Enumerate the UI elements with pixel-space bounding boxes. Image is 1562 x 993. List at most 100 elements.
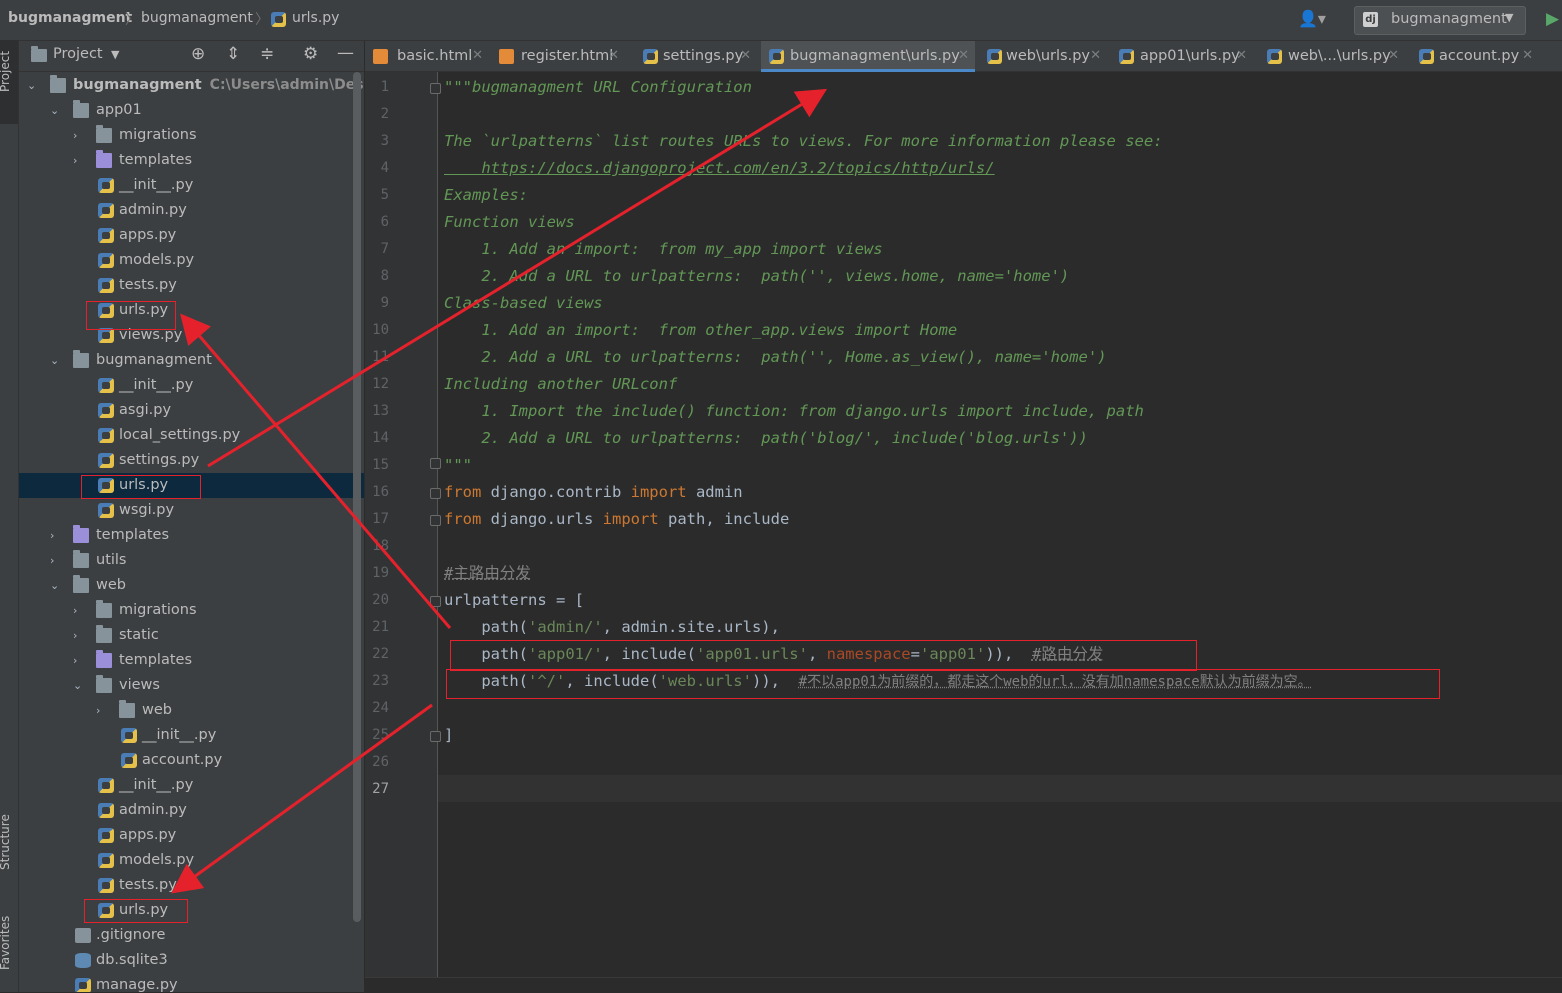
- python-file-icon: [98, 503, 114, 518]
- favorites-tool-label[interactable]: Favorites: [0, 916, 12, 970]
- tree-file[interactable]: views.py: [19, 323, 364, 348]
- line-number: 18: [372, 538, 389, 554]
- tree-file[interactable]: __init__.py: [19, 773, 364, 798]
- tree-folder-migrations[interactable]: › migrations: [19, 123, 364, 148]
- tree-folder-templates[interactable]: › templates: [19, 648, 364, 673]
- tree-folder-templates[interactable]: › templates: [19, 523, 364, 548]
- tree-item-label: utils: [96, 552, 127, 568]
- close-icon[interactable]: ✕: [958, 41, 969, 71]
- chevron-right-icon[interactable]: ›: [96, 698, 108, 723]
- code-line-8: 2. Add a URL to urlpatterns: path('', vi…: [444, 267, 1070, 285]
- tree-file-app01-urls[interactable]: urls.py: [19, 298, 364, 323]
- editor-horizontal-scrollbar[interactable]: [365, 977, 1562, 993]
- fold-marker-icon[interactable]: [430, 83, 441, 94]
- chevron-down-icon[interactable]: ⌄: [50, 573, 62, 598]
- fold-marker-icon[interactable]: [430, 731, 441, 742]
- tree-folder-bugmanagment[interactable]: ⌄ bugmanagment: [19, 348, 364, 373]
- tree-folder-web[interactable]: ⌄ web: [19, 573, 364, 598]
- locate-file-icon[interactable]: ⊕: [191, 44, 205, 64]
- tree-scrollbar[interactable]: [353, 72, 361, 922]
- tree-folder-web[interactable]: › web: [19, 698, 364, 723]
- user-icon[interactable]: 👤▾: [1298, 9, 1326, 28]
- close-icon[interactable]: ✕: [1522, 41, 1533, 71]
- structure-tool-label[interactable]: Structure: [0, 814, 12, 870]
- chevron-down-icon[interactable]: ⌄: [50, 348, 62, 373]
- close-icon[interactable]: ✕: [1090, 41, 1101, 71]
- tree-file-web-urls[interactable]: urls.py: [19, 898, 364, 923]
- fold-marker-icon[interactable]: [430, 596, 441, 607]
- breadcrumb-folder[interactable]: bugmanagment: [141, 10, 253, 26]
- line-number: 26: [372, 754, 389, 770]
- tree-file[interactable]: __init__.py: [19, 173, 364, 198]
- tree-file[interactable]: __init__.py: [19, 723, 364, 748]
- tree-file[interactable]: tests.py: [19, 273, 364, 298]
- run-config-dropdown[interactable]: dj bugmanagment ▼: [1354, 6, 1526, 35]
- tab-basic-html[interactable]: basic.html ✕: [365, 41, 489, 71]
- tree-folder-templates[interactable]: › templates: [19, 148, 364, 173]
- tree-file[interactable]: admin.py: [19, 198, 364, 223]
- tree-file[interactable]: db.sqlite3: [19, 948, 364, 973]
- code-token: admin: [686, 483, 743, 501]
- tree-item-label: views: [119, 677, 160, 693]
- tab-web-urls[interactable]: web\urls.py ✕: [979, 41, 1107, 71]
- chevron-down-icon[interactable]: ⌄: [50, 98, 62, 123]
- tree-file[interactable]: .gitignore: [19, 923, 364, 948]
- close-icon[interactable]: ✕: [1388, 41, 1399, 71]
- tree-folder-static[interactable]: › static: [19, 623, 364, 648]
- tree-file[interactable]: __init__.py: [19, 373, 364, 398]
- tree-folder-migrations[interactable]: › migrations: [19, 598, 364, 623]
- tree-file[interactable]: models.py: [19, 848, 364, 873]
- line-number: 17: [372, 511, 389, 527]
- tab-settings-py[interactable]: settings.py ✕: [635, 41, 757, 71]
- tree-file[interactable]: admin.py: [19, 798, 364, 823]
- chevron-right-icon[interactable]: ›: [73, 598, 85, 623]
- project-tool-button[interactable]: Project: [0, 40, 18, 124]
- fold-marker-icon[interactable]: [430, 488, 441, 499]
- chevron-right-icon[interactable]: ›: [50, 548, 62, 573]
- tree-file[interactable]: apps.py: [19, 223, 364, 248]
- breadcrumb-file[interactable]: urls.py: [292, 10, 339, 26]
- tree-file[interactable]: tests.py: [19, 873, 364, 898]
- tree-file[interactable]: account.py: [19, 748, 364, 773]
- project-view-selector[interactable]: Project: [53, 46, 103, 62]
- tab-account-py[interactable]: account.py ✕: [1411, 41, 1539, 71]
- tree-file[interactable]: models.py: [19, 248, 364, 273]
- tab-register-html[interactable]: register.html ✕: [491, 41, 625, 71]
- tree-root[interactable]: ⌄ bugmanagment C:\Users\admin\Desktop\: [19, 73, 364, 98]
- fold-marker-icon[interactable]: [430, 515, 441, 526]
- breadcrumb-project[interactable]: bugmanagment: [8, 10, 132, 26]
- gear-icon[interactable]: ⚙: [303, 44, 318, 64]
- code-line-4[interactable]: https://docs.djangoproject.com/en/3.2/to…: [444, 155, 994, 182]
- tree-file[interactable]: local_settings.py: [19, 423, 364, 448]
- chevron-down-icon[interactable]: ⌄: [27, 73, 39, 98]
- chevron-right-icon[interactable]: ›: [73, 123, 85, 148]
- tree-file[interactable]: wsgi.py: [19, 498, 364, 523]
- tree-file[interactable]: apps.py: [19, 823, 364, 848]
- close-icon[interactable]: ✕: [1236, 41, 1247, 71]
- tab-bugmanagment-urls[interactable]: bugmanagment\urls.py ✕: [761, 41, 975, 72]
- tree-file[interactable]: manage.py: [19, 973, 364, 992]
- tree-file[interactable]: asgi.py: [19, 398, 364, 423]
- tree-folder-utils[interactable]: › utils: [19, 548, 364, 573]
- chevron-right-icon[interactable]: ›: [50, 523, 62, 548]
- chevron-right-icon[interactable]: ›: [73, 648, 85, 673]
- close-icon[interactable]: ✕: [472, 41, 483, 71]
- chevron-down-icon[interactable]: ▼: [111, 48, 119, 61]
- chevron-right-icon[interactable]: ›: [73, 623, 85, 648]
- tree-file-bugmanagment-urls[interactable]: urls.py: [19, 473, 364, 498]
- tree-folder-views[interactable]: ⌄ views: [19, 673, 364, 698]
- chevron-down-icon[interactable]: ⌄: [73, 673, 85, 698]
- tree-file[interactable]: settings.py: [19, 448, 364, 473]
- hide-panel-icon[interactable]: —: [337, 43, 354, 63]
- code-line-11: 2. Add a URL to urlpatterns: path('', Ho…: [444, 348, 1107, 366]
- close-icon[interactable]: ✕: [608, 41, 619, 71]
- chevron-right-icon[interactable]: ›: [73, 148, 85, 173]
- expand-all-icon[interactable]: ⇕: [226, 44, 240, 64]
- tab-web-views-urls[interactable]: web\...\urls.py ✕: [1259, 41, 1405, 71]
- collapse-all-icon[interactable]: ≑: [260, 44, 274, 64]
- fold-marker-icon[interactable]: [430, 458, 441, 469]
- close-icon[interactable]: ✕: [740, 41, 751, 71]
- tree-folder-app01[interactable]: ⌄ app01: [19, 98, 364, 123]
- run-icon[interactable]: ▶: [1546, 9, 1559, 29]
- tab-app01-urls[interactable]: app01\urls.py ✕: [1111, 41, 1253, 71]
